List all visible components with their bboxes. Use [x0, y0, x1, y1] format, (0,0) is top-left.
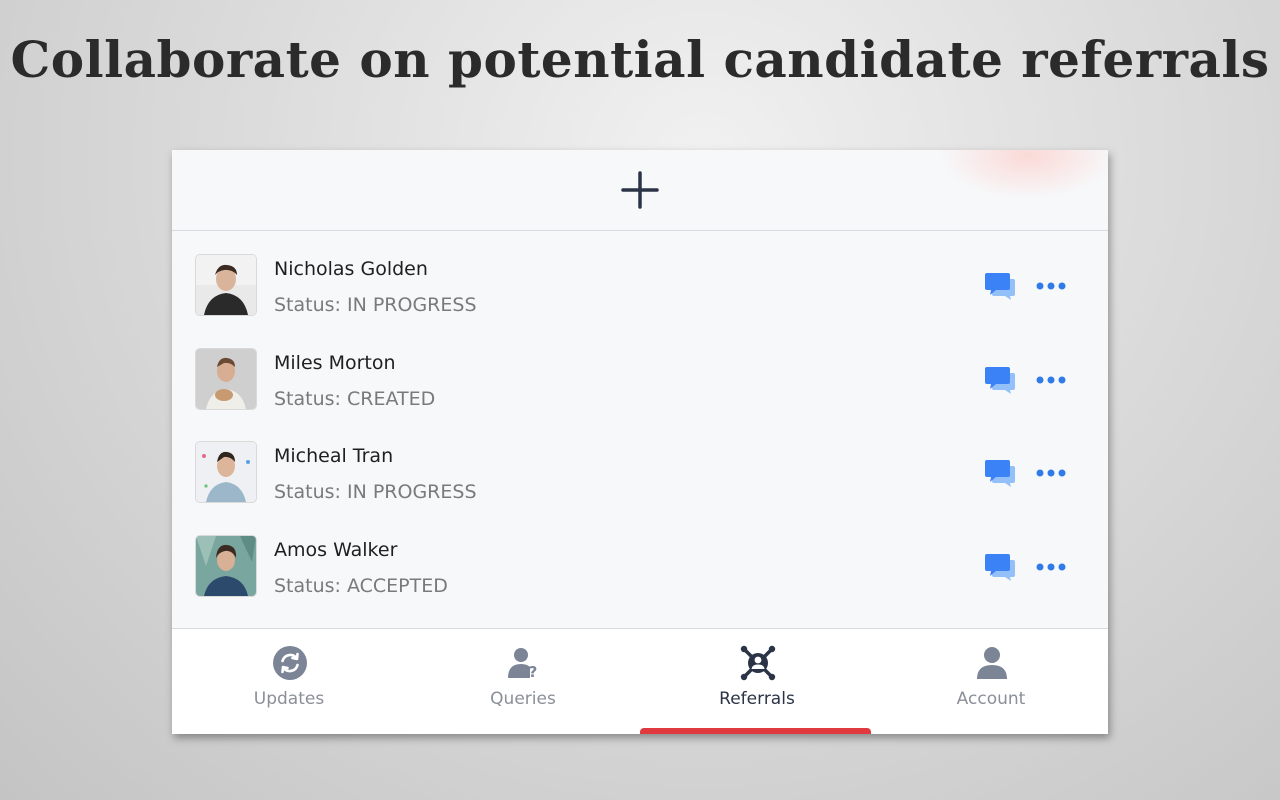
plus-icon — [621, 171, 659, 209]
more-options-button[interactable] — [1032, 274, 1072, 298]
referral-status: Status: CREATED — [274, 387, 436, 410]
add-referral-button[interactable] — [616, 166, 664, 214]
chat-button[interactable] — [984, 457, 1016, 489]
page-headline: Collaborate on potential candidate refer… — [10, 30, 1270, 89]
avatar — [196, 255, 256, 315]
more-options-button[interactable] — [1032, 461, 1072, 485]
chat-icon — [985, 366, 1015, 394]
referral-name: Nicholas Golden — [274, 258, 428, 280]
chat-button[interactable] — [984, 270, 1016, 302]
more-dots-icon — [1036, 376, 1066, 383]
referral-status: Status: IN PROGRESS — [274, 481, 477, 503]
svg-text:?: ? — [529, 663, 538, 681]
bottom-tab-bar: Updates ? Queries Referrals Account — [172, 628, 1108, 734]
referral-network-icon — [740, 645, 776, 681]
more-dots-icon — [1036, 469, 1066, 477]
referral-status: Status: ACCEPTED — [274, 574, 448, 597]
tab-label: Queries — [490, 689, 556, 709]
referral-row[interactable]: Amos Walker Status: ACCEPTED — [172, 513, 1108, 607]
tab-queries[interactable]: ? Queries — [406, 629, 640, 734]
referral-row[interactable]: Micheal Tran Status: IN PROGRESS — [172, 419, 1108, 513]
more-options-button[interactable] — [1032, 555, 1072, 579]
referral-name: Amos Walker — [274, 538, 398, 561]
tab-account[interactable]: Account — [874, 629, 1108, 734]
avatar — [196, 535, 256, 596]
account-icon — [977, 647, 1007, 679]
more-options-button[interactable] — [1032, 368, 1072, 392]
avatar — [196, 442, 256, 502]
active-tab-indicator — [640, 728, 871, 734]
referral-row[interactable]: Nicholas Golden Status: IN PROGRESS — [172, 232, 1108, 326]
app-panel: Nicholas Golden Status: IN PROGRESS Mile… — [172, 150, 1108, 734]
chat-icon — [985, 460, 1015, 487]
tab-label: Referrals — [719, 689, 795, 709]
tab-referrals[interactable]: Referrals — [640, 629, 874, 734]
user-question-icon: ? — [508, 648, 538, 681]
tab-label: Updates — [253, 689, 325, 709]
referral-name: Micheal Tran — [274, 445, 394, 467]
referral-name: Miles Morton — [274, 351, 396, 374]
referral-list: Nicholas Golden Status: IN PROGRESS Mile… — [172, 232, 1108, 606]
add-referral-bar — [172, 150, 1108, 231]
more-dots-icon — [1036, 563, 1066, 570]
more-dots-icon — [1036, 282, 1066, 290]
chat-icon — [985, 553, 1015, 581]
tab-label: Account — [956, 689, 1026, 709]
referral-status: Status: IN PROGRESS — [274, 294, 477, 316]
referral-row[interactable]: Miles Morton Status: CREATED — [172, 326, 1108, 420]
chat-button[interactable] — [984, 551, 1016, 583]
refresh-icon — [273, 646, 307, 680]
chat-icon — [985, 273, 1015, 300]
chat-button[interactable] — [984, 364, 1016, 396]
avatar — [196, 348, 256, 409]
tab-updates[interactable]: Updates — [172, 629, 406, 734]
